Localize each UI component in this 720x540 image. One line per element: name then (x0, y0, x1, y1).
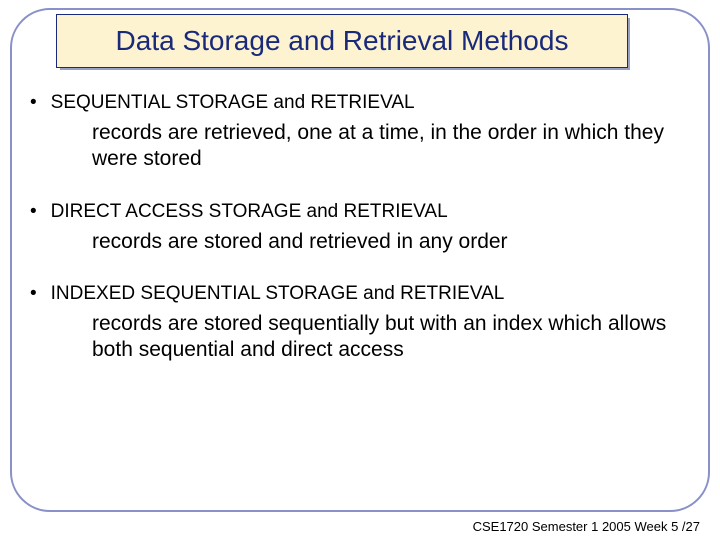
slide-content: SEQUENTIAL STORAGE and RETRIEVAL records… (30, 92, 690, 391)
description-3: records are stored sequentially but with… (92, 311, 672, 364)
description-2: records are stored and retrieved in any … (92, 229, 672, 255)
description-1: records are retrieved, one at a time, in… (92, 120, 672, 173)
bullet-heading-2: DIRECT ACCESS STORAGE and RETRIEVAL (30, 201, 690, 223)
slide-title: Data Storage and Retrieval Methods (116, 25, 569, 57)
bullet-heading-3: INDEXED SEQUENTIAL STORAGE and RETRIEVAL (30, 283, 690, 305)
bullet-heading-1: SEQUENTIAL STORAGE and RETRIEVAL (30, 92, 690, 114)
slide-footer: CSE1720 Semester 1 2005 Week 5 /27 (473, 519, 700, 534)
title-box: Data Storage and Retrieval Methods (56, 14, 628, 68)
